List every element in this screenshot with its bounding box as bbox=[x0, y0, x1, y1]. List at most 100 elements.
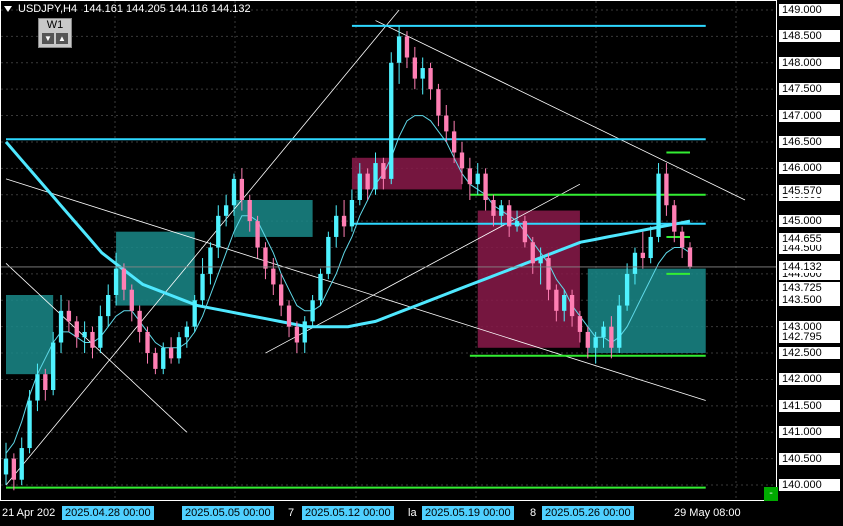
candle-body bbox=[373, 163, 378, 190]
candle-body bbox=[3, 458, 9, 475]
candle-body bbox=[279, 284, 284, 306]
candle-body bbox=[546, 258, 551, 290]
candle-body bbox=[483, 173, 488, 200]
price-marker-label: 143.725 bbox=[779, 282, 840, 295]
symbol-timeframe: USDJPY,H4 bbox=[18, 3, 78, 15]
candle-body bbox=[499, 205, 504, 216]
candle-body bbox=[601, 326, 606, 338]
candle-body bbox=[310, 300, 315, 322]
candle-body bbox=[255, 221, 260, 248]
candle-body bbox=[184, 326, 189, 338]
price-tick-label: 146.000 bbox=[779, 162, 840, 175]
candle-body bbox=[656, 173, 661, 237]
candle-body bbox=[420, 68, 425, 79]
price-tick-label: 147.500 bbox=[779, 83, 840, 96]
price-marker-label: 142.000 bbox=[779, 373, 840, 386]
time-axis-label: 2025.05.26 00:00 bbox=[542, 506, 634, 520]
candle-body bbox=[216, 215, 221, 248]
price-marker-label: 145.570 bbox=[779, 185, 840, 198]
candle-body bbox=[27, 400, 32, 449]
candle-body bbox=[593, 337, 598, 348]
price-marker-label: 142.795 bbox=[779, 331, 840, 344]
candle-body bbox=[51, 342, 56, 390]
time-axis-label: la bbox=[408, 507, 417, 519]
timeframe-label: W1 bbox=[46, 19, 64, 31]
candle-body bbox=[19, 448, 24, 480]
candle-body bbox=[522, 221, 528, 243]
candle-body bbox=[530, 242, 535, 264]
dropdown-triangle-icon[interactable] bbox=[4, 6, 12, 13]
price-tick-label: 149.000 bbox=[779, 4, 840, 16]
arrow-up-icon[interactable]: ▲ bbox=[56, 33, 68, 44]
candle-body bbox=[687, 247, 693, 267]
candle-body bbox=[168, 347, 174, 359]
trendline bbox=[5, 9, 400, 486]
candle-body bbox=[459, 152, 465, 169]
chart-header: USDJPY,H4 144.161 144.205 144.116 144.13… bbox=[4, 3, 251, 15]
candle-body bbox=[672, 205, 677, 232]
candle-body bbox=[648, 236, 653, 259]
candle-body bbox=[491, 200, 496, 216]
price-chart[interactable] bbox=[0, 0, 843, 526]
time-axis-label: 2025.05.12 00:00 bbox=[302, 506, 394, 520]
candle-body bbox=[679, 231, 685, 248]
price-marker-label: 144.655 bbox=[779, 233, 840, 246]
time-axis-label: 29 May 08:00 bbox=[674, 507, 741, 519]
candle-body bbox=[82, 331, 87, 338]
price-tick-label: 147.000 bbox=[779, 109, 840, 122]
candle-body bbox=[176, 337, 182, 359]
candle-body bbox=[609, 326, 614, 348]
candle-body bbox=[617, 305, 622, 348]
candle-body bbox=[349, 200, 355, 227]
time-axis-label: 2025.05.19 00:00 bbox=[422, 506, 514, 520]
time-axis-label: 2025.05.05 00:00 bbox=[182, 506, 274, 520]
price-tick-label: 140.000 bbox=[779, 479, 840, 491]
time-axis-label: 7 bbox=[288, 507, 295, 519]
candle-body bbox=[90, 331, 95, 348]
price-tick-label: 145.000 bbox=[779, 215, 840, 228]
candle-body bbox=[137, 310, 142, 332]
time-axis-label: 8 bbox=[530, 507, 537, 519]
candle-body bbox=[35, 374, 40, 401]
candle-body bbox=[223, 205, 229, 216]
candle-body bbox=[577, 316, 583, 332]
candle-body bbox=[153, 353, 158, 369]
price-marker-label: 148.500 bbox=[779, 30, 840, 43]
candle-body bbox=[58, 310, 64, 343]
ohlc-values: 144.161 144.205 144.116 144.132 bbox=[83, 3, 251, 15]
timeframe-switch[interactable]: W1 ▼ ▲ bbox=[38, 18, 72, 48]
candle-body bbox=[98, 316, 103, 348]
price-tick-label: 143.500 bbox=[779, 294, 840, 307]
candle-body bbox=[396, 36, 402, 63]
candle-body bbox=[514, 221, 520, 227]
zone-support bbox=[587, 268, 706, 354]
chart-window[interactable]: USDJPY,H4 144.161 144.205 144.116 144.13… bbox=[0, 0, 843, 526]
price-tick-label: 146.500 bbox=[779, 135, 840, 148]
candle-body bbox=[326, 236, 331, 274]
price-tick-label: 148.000 bbox=[779, 56, 840, 69]
candle-body bbox=[365, 173, 370, 190]
zone-support bbox=[116, 231, 195, 306]
candle-body bbox=[428, 68, 433, 90]
arrow-down-icon[interactable]: ▼ bbox=[42, 33, 54, 44]
candle-body bbox=[404, 36, 410, 58]
candle-body bbox=[145, 331, 150, 354]
candle-body bbox=[43, 374, 48, 390]
candle-body bbox=[412, 57, 417, 79]
candle-body bbox=[247, 200, 252, 222]
candle-body bbox=[302, 321, 307, 343]
candle-body bbox=[113, 268, 119, 295]
candle-body bbox=[271, 268, 276, 285]
candle-body bbox=[231, 178, 237, 206]
candle-body bbox=[467, 168, 473, 185]
candle-body bbox=[444, 115, 449, 132]
candle-body bbox=[334, 215, 339, 237]
candle-body bbox=[318, 273, 323, 301]
collapse-button[interactable]: - bbox=[764, 487, 778, 501]
candle-body bbox=[161, 347, 166, 369]
candle-body bbox=[632, 252, 638, 274]
candle-body bbox=[562, 295, 567, 311]
candle-body bbox=[208, 247, 213, 274]
current-price-label: 144.132 bbox=[779, 260, 840, 273]
candle-body bbox=[357, 173, 362, 200]
